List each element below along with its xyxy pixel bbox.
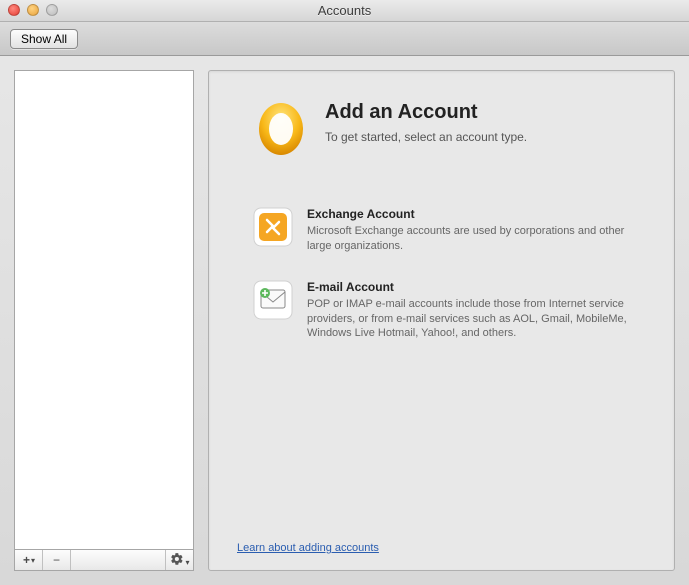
exchange-desc: Microsoft Exchange accounts are used by … [307, 224, 647, 254]
hero-subtitle: To get started, select an account type. [325, 130, 527, 144]
hero-section: Add an Account To get started, select an… [233, 101, 650, 157]
account-actions-button[interactable]: ▾ [165, 550, 193, 570]
gear-icon: ▾ [170, 552, 188, 569]
close-button[interactable] [8, 4, 20, 16]
learn-about-adding-accounts-link[interactable]: Learn about adding accounts [233, 542, 650, 554]
toolbar: Show All [0, 22, 689, 56]
content-area: +▾ − ▾ [0, 56, 689, 585]
traffic-lights [8, 4, 58, 16]
titlebar: Accounts [0, 0, 689, 22]
exchange-icon [253, 207, 293, 247]
accounts-list[interactable] [14, 70, 194, 549]
show-all-button[interactable]: Show All [10, 29, 78, 49]
zoom-button[interactable] [46, 4, 58, 16]
accounts-sidebar: +▾ − ▾ [14, 70, 194, 571]
plus-icon: +▾ [23, 553, 34, 567]
add-account-button[interactable]: +▾ [15, 550, 43, 570]
email-text: E-mail Account POP or IMAP e-mail accoun… [307, 280, 647, 342]
remove-account-button[interactable]: − [43, 550, 71, 570]
hero-text: Add an Account To get started, select an… [325, 101, 527, 144]
sidebar-footer: +▾ − ▾ [14, 549, 194, 571]
footer-spacer [71, 550, 165, 570]
exchange-text: Exchange Account Microsoft Exchange acco… [307, 207, 647, 254]
exchange-account-option[interactable]: Exchange Account Microsoft Exchange acco… [233, 207, 650, 254]
email-icon [253, 280, 293, 320]
minimize-button[interactable] [27, 4, 39, 16]
email-desc: POP or IMAP e-mail accounts include thos… [307, 297, 647, 342]
outlook-icon [253, 101, 309, 157]
main-panel: Add an Account To get started, select an… [208, 70, 675, 571]
exchange-title: Exchange Account [307, 207, 647, 221]
email-title: E-mail Account [307, 280, 647, 294]
minus-icon: − [53, 553, 60, 567]
window-title: Accounts [318, 3, 371, 18]
email-account-option[interactable]: E-mail Account POP or IMAP e-mail accoun… [233, 280, 650, 342]
hero-title: Add an Account [325, 101, 527, 124]
